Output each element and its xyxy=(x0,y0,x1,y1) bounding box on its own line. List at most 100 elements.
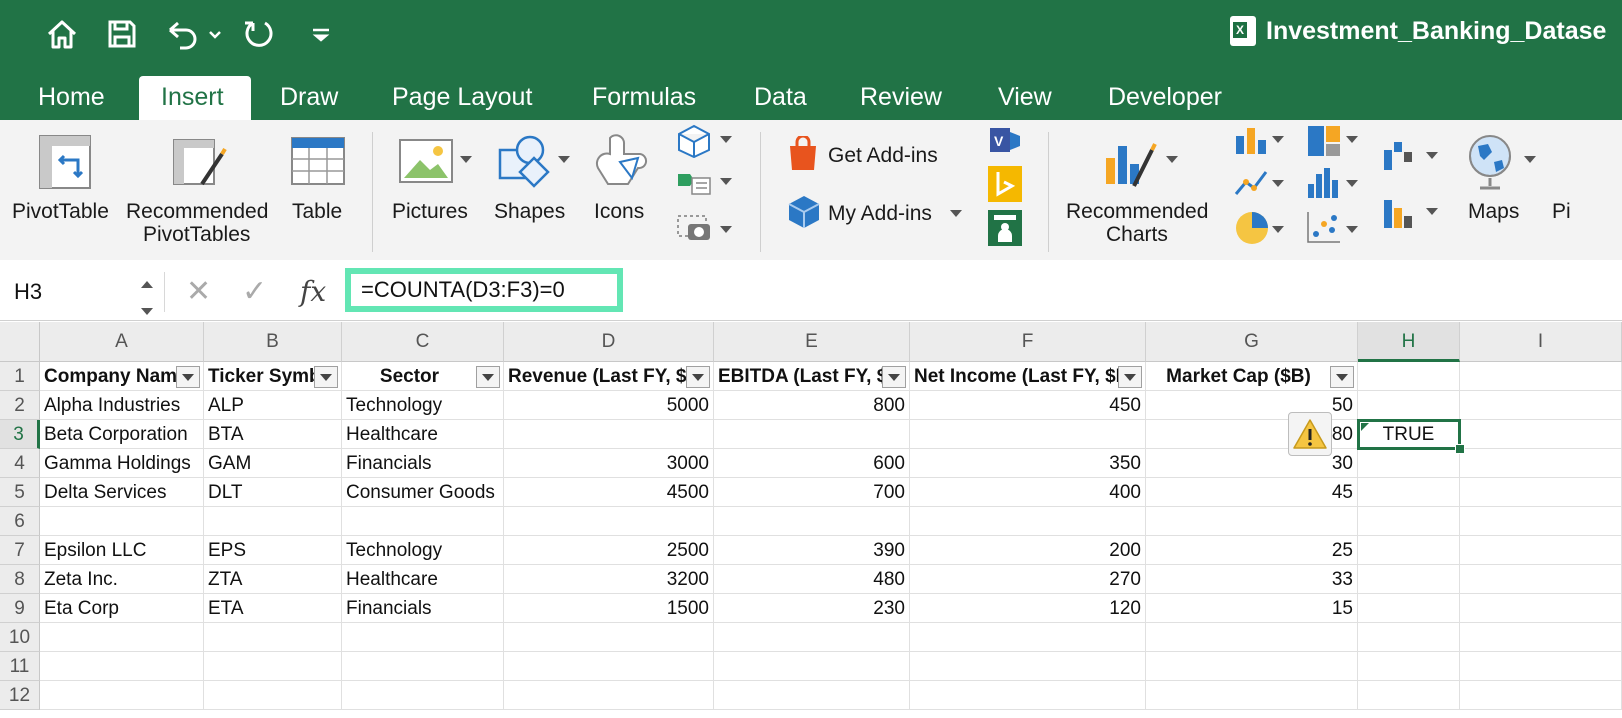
bing-maps-icon[interactable] xyxy=(988,166,1022,202)
cell-b2[interactable]: ALP xyxy=(204,391,342,420)
cell-d2[interactable]: 5000 xyxy=(504,391,714,420)
cell-h1[interactable] xyxy=(1358,362,1460,391)
column-header-i[interactable]: I xyxy=(1460,322,1622,362)
cell-h5[interactable] xyxy=(1358,478,1460,507)
cell-c3[interactable]: Healthcare xyxy=(342,420,504,449)
formula-input[interactable]: =COUNTA(D3:F3)=0 xyxy=(345,268,623,312)
cell-h10[interactable] xyxy=(1358,623,1460,652)
cell-g12[interactable] xyxy=(1146,681,1358,710)
filter-dropdown-icon[interactable] xyxy=(686,366,710,388)
cell-b5[interactable]: DLT xyxy=(204,478,342,507)
cell-g7[interactable]: 25 xyxy=(1146,536,1358,565)
redo-icon[interactable] xyxy=(240,14,280,54)
cell-a12[interactable] xyxy=(40,681,204,710)
cell-a6[interactable] xyxy=(40,507,204,536)
cell-i11[interactable] xyxy=(1460,652,1622,681)
column-header-h[interactable]: H xyxy=(1358,322,1460,362)
header-cell-f[interactable]: Net Income (Last FY, $I xyxy=(910,362,1146,391)
fill-handle[interactable] xyxy=(1455,444,1465,454)
cell-f9[interactable]: 120 xyxy=(910,594,1146,623)
cell-f12[interactable] xyxy=(910,681,1146,710)
cell-a5[interactable]: Delta Services xyxy=(40,478,204,507)
cell-f10[interactable] xyxy=(910,623,1146,652)
cell-i8[interactable] xyxy=(1460,565,1622,594)
cell-b10[interactable] xyxy=(204,623,342,652)
smartart-icon[interactable] xyxy=(676,170,712,196)
combo-chart-icon[interactable] xyxy=(1382,194,1422,230)
cell-c2[interactable]: Technology xyxy=(342,391,504,420)
screenshot-icon[interactable] xyxy=(676,214,712,242)
cell-e2[interactable]: 800 xyxy=(714,391,910,420)
smartart-dropdown-icon[interactable] xyxy=(720,178,732,185)
cell-e12[interactable] xyxy=(714,681,910,710)
statistic-chart-dropdown-icon[interactable] xyxy=(1346,180,1358,187)
cell-h9[interactable] xyxy=(1358,594,1460,623)
customize-toolbar-icon[interactable] xyxy=(306,14,336,54)
cell-a4[interactable]: Gamma Holdings xyxy=(40,449,204,478)
column-header-a[interactable]: A xyxy=(40,322,204,362)
cell-f4[interactable]: 350 xyxy=(910,449,1146,478)
cell-c10[interactable] xyxy=(342,623,504,652)
cancel-icon[interactable]: ✕ xyxy=(186,274,211,310)
cell-h4[interactable] xyxy=(1358,449,1460,478)
tab-insert[interactable]: Insert xyxy=(139,76,251,120)
row-header-2[interactable]: 2 xyxy=(0,391,40,420)
row-header-3[interactable]: 3 xyxy=(0,420,40,449)
column-header-g[interactable]: G xyxy=(1146,322,1358,362)
header-cell-e[interactable]: EBITDA (Last FY, $I xyxy=(714,362,910,391)
cell-c11[interactable] xyxy=(342,652,504,681)
cell-c6[interactable] xyxy=(342,507,504,536)
cell-a7[interactable]: Epsilon LLC xyxy=(40,536,204,565)
cell-i12[interactable] xyxy=(1460,681,1622,710)
pivotchart-label-partial[interactable]: Pi xyxy=(1552,200,1571,224)
hierarchy-chart-icon[interactable] xyxy=(1306,124,1342,158)
cell-i5[interactable] xyxy=(1460,478,1622,507)
cell-b3[interactable]: BTA xyxy=(204,420,342,449)
cell-b6[interactable] xyxy=(204,507,342,536)
cell-b11[interactable] xyxy=(204,652,342,681)
cell-f2[interactable]: 450 xyxy=(910,391,1146,420)
cell-a3[interactable]: Beta Corporation xyxy=(40,420,204,449)
cell-b4[interactable]: GAM xyxy=(204,449,342,478)
tab-formulas[interactable]: Formulas xyxy=(570,76,718,120)
worksheet-grid[interactable]: ABCDEFGHI 1 2 3 4 5 6 7 8 9 10 11 12 Company Nam Tic… xyxy=(0,322,1622,718)
cell-a8[interactable]: Zeta Inc. xyxy=(40,565,204,594)
cell-b8[interactable]: ZTA xyxy=(204,565,342,594)
cell-i6[interactable] xyxy=(1460,507,1622,536)
home-icon[interactable] xyxy=(42,14,82,54)
column-chart-icon[interactable] xyxy=(1234,124,1270,156)
scatter-chart-dropdown-icon[interactable] xyxy=(1346,226,1358,233)
cell-i1[interactable] xyxy=(1460,362,1622,391)
save-icon[interactable] xyxy=(102,14,142,54)
cell-c12[interactable] xyxy=(342,681,504,710)
cell-b12[interactable] xyxy=(204,681,342,710)
my-addins-dropdown-icon[interactable] xyxy=(950,210,962,217)
tab-review[interactable]: Review xyxy=(838,76,964,120)
column-header-c[interactable]: C xyxy=(342,322,504,362)
row-header-10[interactable]: 10 xyxy=(0,623,40,652)
column-header-b[interactable]: B xyxy=(204,322,342,362)
cell-b7[interactable]: EPS xyxy=(204,536,342,565)
cell-e6[interactable] xyxy=(714,507,910,536)
cell-g6[interactable] xyxy=(1146,507,1358,536)
row-header-5[interactable]: 5 xyxy=(0,478,40,507)
filter-dropdown-icon[interactable] xyxy=(476,366,500,388)
cell-c8[interactable]: Healthcare xyxy=(342,565,504,594)
3d-models-icon[interactable] xyxy=(676,124,712,158)
cell-i9[interactable] xyxy=(1460,594,1622,623)
cell-d6[interactable] xyxy=(504,507,714,536)
tab-data[interactable]: Data xyxy=(732,76,829,120)
cell-b9[interactable]: ETA xyxy=(204,594,342,623)
cell-e3[interactable] xyxy=(714,420,910,449)
column-header-f[interactable]: F xyxy=(910,322,1146,362)
cell-g8[interactable]: 33 xyxy=(1146,565,1358,594)
line-chart-dropdown-icon[interactable] xyxy=(1272,180,1284,187)
tab-page-layout[interactable]: Page Layout xyxy=(370,76,554,120)
cell-h11[interactable] xyxy=(1358,652,1460,681)
screenshot-dropdown-icon[interactable] xyxy=(720,226,732,233)
cell-a11[interactable] xyxy=(40,652,204,681)
header-cell-d[interactable]: Revenue (Last FY, $I xyxy=(504,362,714,391)
cell-e7[interactable]: 390 xyxy=(714,536,910,565)
cell-d9[interactable]: 1500 xyxy=(504,594,714,623)
cell-f3[interactable] xyxy=(910,420,1146,449)
